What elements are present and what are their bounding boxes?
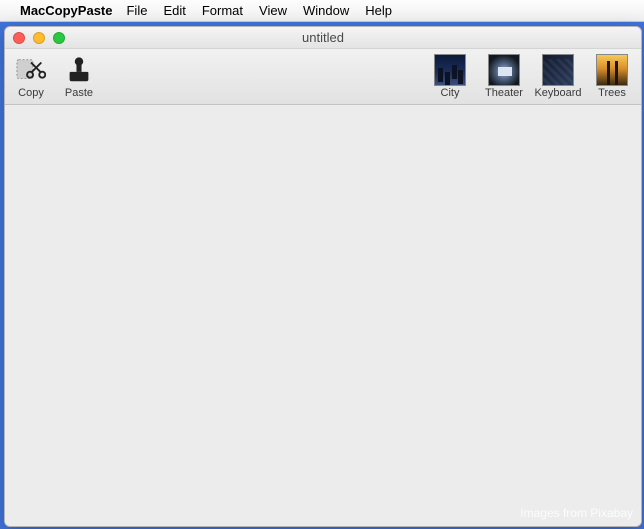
image-theater-button[interactable]: Theater bbox=[481, 54, 527, 99]
copy-label: Copy bbox=[18, 87, 44, 99]
city-thumbnail-icon bbox=[434, 54, 466, 86]
menu-edit[interactable]: Edit bbox=[163, 3, 185, 18]
copy-button[interactable]: Copy bbox=[11, 54, 51, 99]
trees-label: Trees bbox=[598, 87, 626, 99]
image-city-button[interactable]: City bbox=[427, 54, 473, 99]
image-credit-text: Images from Pixabay bbox=[520, 506, 633, 520]
image-trees-button[interactable]: Trees bbox=[589, 54, 635, 99]
app-menu[interactable]: MacCopyPaste bbox=[20, 3, 112, 18]
menu-help[interactable]: Help bbox=[365, 3, 392, 18]
scissors-icon bbox=[15, 54, 47, 86]
paste-label: Paste bbox=[65, 87, 93, 99]
document-content-area[interactable]: Images from Pixabay bbox=[5, 105, 641, 526]
image-keyboard-button[interactable]: Keyboard bbox=[535, 54, 581, 99]
paste-button[interactable]: Paste bbox=[59, 54, 99, 99]
traffic-lights bbox=[13, 32, 65, 44]
theater-thumbnail-icon bbox=[488, 54, 520, 86]
keyboard-label: Keyboard bbox=[534, 87, 581, 99]
trees-thumbnail-icon bbox=[596, 54, 628, 86]
toolbar-left-group: Copy Paste bbox=[11, 54, 99, 99]
toolbar-right-group: City Theater Keyboard Trees bbox=[427, 54, 635, 99]
toolbar: Copy Paste City bbox=[5, 49, 641, 105]
window-title: untitled bbox=[5, 30, 641, 45]
city-label: City bbox=[441, 87, 460, 99]
menu-view[interactable]: View bbox=[259, 3, 287, 18]
window-titlebar[interactable]: untitled bbox=[5, 27, 641, 49]
menu-format[interactable]: Format bbox=[202, 3, 243, 18]
theater-label: Theater bbox=[485, 87, 523, 99]
menu-file[interactable]: File bbox=[126, 3, 147, 18]
keyboard-thumbnail-icon bbox=[542, 54, 574, 86]
app-window: untitled Copy bbox=[4, 26, 642, 527]
system-menubar: MacCopyPaste File Edit Format View Windo… bbox=[0, 0, 644, 22]
menu-window[interactable]: Window bbox=[303, 3, 349, 18]
close-button[interactable] bbox=[13, 32, 25, 44]
zoom-button[interactable] bbox=[53, 32, 65, 44]
stamp-icon bbox=[63, 54, 95, 86]
minimize-button[interactable] bbox=[33, 32, 45, 44]
